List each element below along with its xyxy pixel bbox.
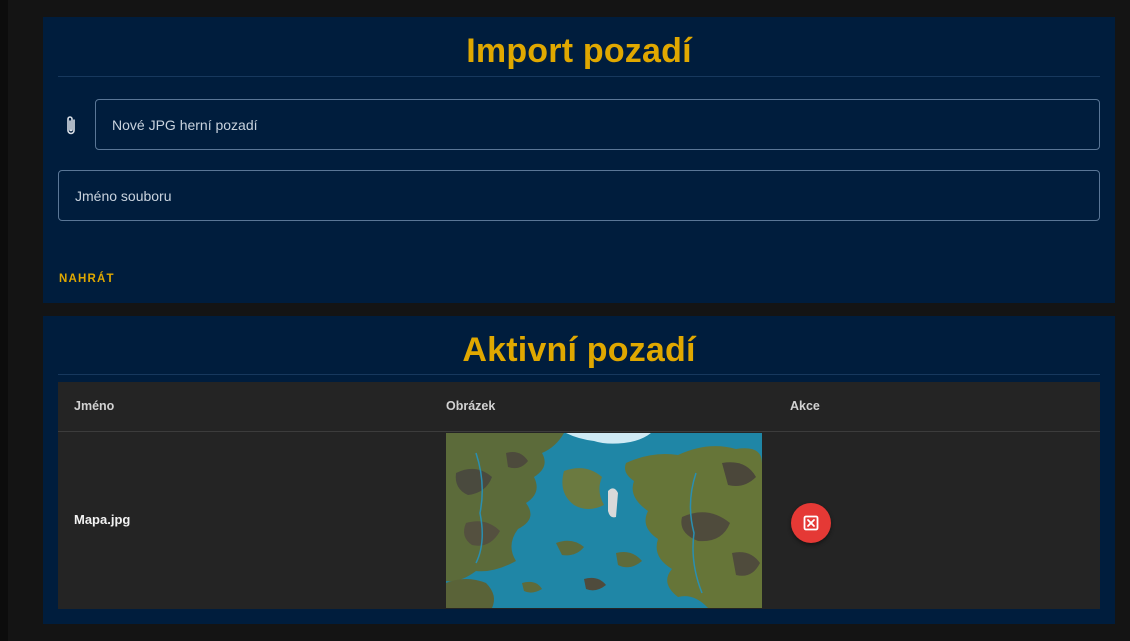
active-panel: Aktivní pozadí Jméno Obrázek Akce Mapa.j… [43,316,1115,624]
file-name-field[interactable] [58,170,1100,221]
file-name-input[interactable] [59,171,1099,220]
left-gutter [0,0,8,641]
active-panel-title: Aktivní pozadí [462,331,696,369]
backgrounds-table: Jméno Obrázek Akce Mapa.jpg [58,382,1100,609]
divider [58,76,1100,77]
column-header-name[interactable]: Jméno [74,399,114,413]
background-file-input[interactable] [96,100,1099,149]
paperclip-icon[interactable] [63,114,79,138]
table-row: Mapa.jpg [58,432,1100,609]
import-panel-title: Import pozadí [466,32,692,70]
close-box-icon [803,515,819,531]
import-panel: Import pozadí NAHRÁT [43,17,1115,303]
column-header-image[interactable]: Obrázek [446,399,495,413]
file-input-field[interactable] [95,99,1100,150]
upload-button[interactable]: NAHRÁT [54,269,120,289]
background-thumbnail [446,433,762,608]
column-header-action[interactable]: Akce [790,399,820,413]
page: Import pozadí NAHRÁT Aktivní pozadí Jmén… [0,0,1130,641]
background-name: Mapa.jpg [74,512,131,527]
table-header: Jméno Obrázek Akce [58,382,1100,432]
divider [58,374,1100,375]
delete-background-button[interactable] [791,503,831,543]
